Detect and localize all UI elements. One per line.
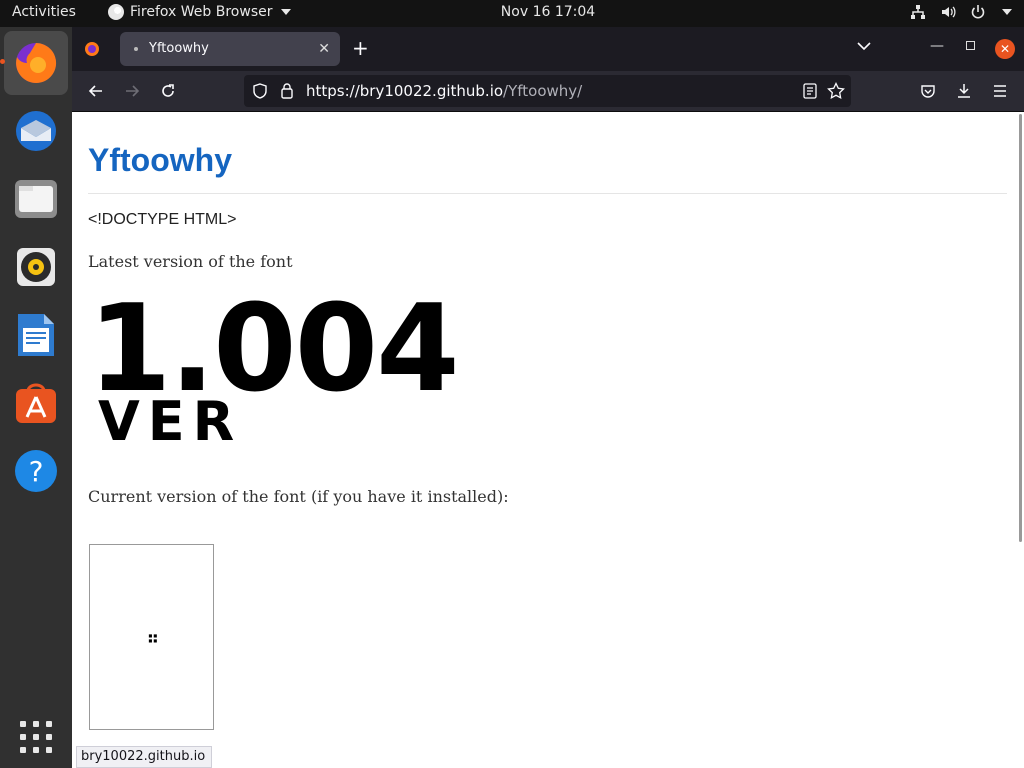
installed-font-preview-frame: ▪▪ ▪▪	[89, 544, 214, 730]
clock[interactable]: Nov 16 17:04	[0, 4, 1024, 20]
tab-title: Yftoowhy	[149, 41, 209, 56]
tracking-protection-shield-icon[interactable]	[252, 83, 268, 99]
tab-bar: Yftoowhy ✕ + — ✕	[72, 27, 1024, 71]
files-icon	[15, 180, 57, 218]
app-grid-icon	[20, 721, 52, 753]
reader-view-icon[interactable]	[803, 83, 817, 99]
pocket-icon	[921, 85, 935, 98]
dock-software[interactable]	[12, 379, 60, 427]
dock-rhythmbox[interactable]	[12, 243, 60, 291]
bookmark-star-icon[interactable]	[827, 82, 845, 100]
download-icon	[958, 84, 970, 98]
latest-version-label: Latest version of the font	[88, 252, 293, 271]
volume-icon	[942, 6, 956, 18]
new-tab-button[interactable]: +	[352, 38, 369, 58]
dock-files[interactable]	[12, 175, 60, 223]
page-title: Yftoowhy	[88, 142, 232, 178]
system-tray[interactable]	[910, 4, 1012, 20]
url-bar[interactable]: https://bry10022.github.io/Yftoowhy/	[244, 75, 851, 107]
pocket-button[interactable]	[916, 79, 940, 103]
forward-arrow-icon	[126, 85, 140, 97]
list-all-tabs-icon[interactable]	[857, 41, 871, 51]
divider	[88, 193, 1007, 194]
tab-favicon-icon	[134, 47, 138, 51]
forward-button[interactable]	[120, 79, 144, 103]
url-host: https://bry10022.github.io	[306, 82, 504, 100]
firefox-icon	[16, 42, 57, 83]
top-bar: Activities Firefox Web Browser Nov 16 17…	[0, 0, 1024, 27]
help-icon: ?	[15, 450, 57, 492]
dock-firefox[interactable]	[0, 31, 68, 95]
page-content: Yftoowhy <!DOCTYPE HTML> Latest version …	[72, 112, 1024, 768]
maximize-button[interactable]	[966, 41, 975, 50]
firefox-view-button[interactable]	[80, 37, 104, 61]
thunderbird-icon	[16, 111, 56, 151]
app-menu-button[interactable]	[988, 79, 1012, 103]
reload-icon	[162, 84, 174, 97]
tray-caret-icon	[1002, 9, 1012, 15]
back-arrow-icon	[88, 85, 102, 97]
close-tab-icon[interactable]: ✕	[318, 41, 330, 57]
url-text[interactable]: https://bry10022.github.io/Yftoowhy/	[306, 82, 582, 100]
back-button[interactable]	[84, 79, 108, 103]
power-icon	[971, 5, 985, 19]
url-path: /Yftoowhy/	[503, 82, 583, 100]
close-window-button[interactable]: ✕	[995, 39, 1015, 59]
browser-window: Yftoowhy ✕ + — ✕ https://bry10022.github…	[72, 27, 1024, 768]
dock: ?	[0, 27, 72, 768]
current-version-label: Current version of the font (if you have…	[88, 487, 509, 506]
ubuntu-software-icon	[16, 383, 56, 423]
missing-glyph-icon: ▪▪ ▪▪	[148, 631, 158, 645]
dock-help[interactable]: ?	[12, 447, 60, 495]
navigation-toolbar: https://bry10022.github.io/Yftoowhy/	[72, 71, 1024, 112]
downloads-button[interactable]	[952, 79, 976, 103]
version-ver-display: VER	[98, 390, 243, 453]
reload-button[interactable]	[156, 79, 180, 103]
hamburger-menu-icon	[994, 85, 1006, 97]
rhythmbox-icon	[17, 248, 55, 286]
dock-writer[interactable]	[12, 311, 60, 359]
running-indicator	[0, 59, 5, 64]
lock-icon[interactable]	[280, 82, 294, 99]
doctype-text: <!DOCTYPE HTML>	[88, 211, 237, 228]
tab-active[interactable]: Yftoowhy ✕	[120, 32, 340, 66]
network-icon	[911, 5, 925, 19]
firefox-view-icon	[85, 42, 99, 56]
link-status-bar: bry10022.github.io	[76, 746, 213, 768]
svg-text:?: ?	[29, 455, 44, 488]
minimize-button[interactable]: —	[930, 38, 944, 54]
page-scrollbar[interactable]	[1019, 114, 1022, 542]
dock-thunderbird[interactable]	[12, 107, 60, 155]
dock-show-apps[interactable]	[12, 713, 60, 761]
libreoffice-writer-icon	[18, 314, 54, 356]
